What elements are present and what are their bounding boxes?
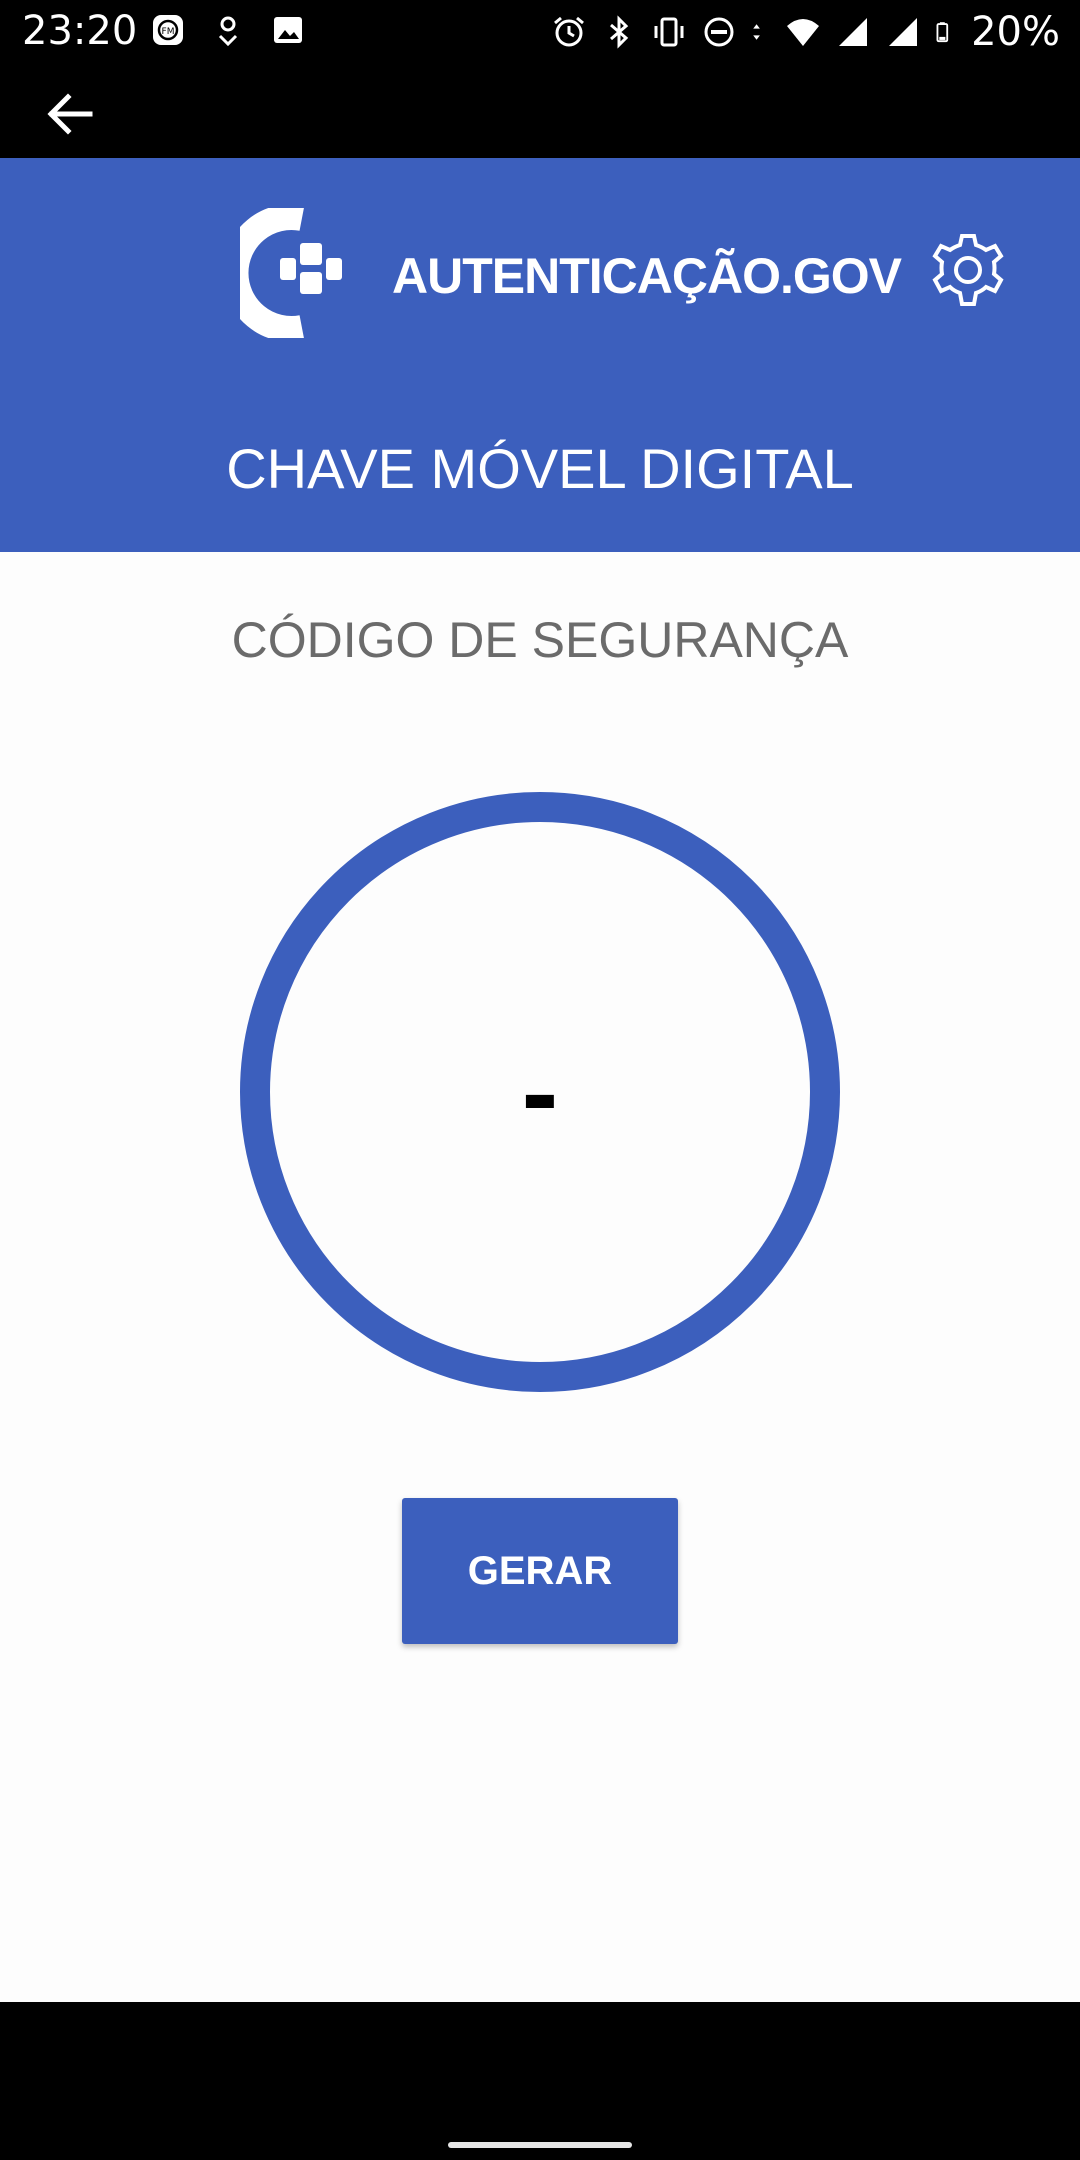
- battery-percentage: 20%: [971, 9, 1060, 55]
- status-right-icons: 20%: [551, 10, 1060, 54]
- battery-icon: [936, 22, 949, 43]
- wifi-icon: [787, 19, 820, 46]
- status-time: 23:20: [22, 8, 138, 54]
- autenticacao-gov-logo: [240, 208, 342, 338]
- svg-text:FM: FM: [162, 27, 175, 37]
- location-pin-icon: [218, 16, 238, 47]
- data-arrows-icon: [753, 24, 760, 40]
- fm-radio-icon: FM: [153, 15, 183, 45]
- section-title: CÓDIGO DE SEGURANÇA: [231, 612, 849, 668]
- signal-icon: [839, 18, 868, 46]
- signal-icon: [889, 18, 918, 46]
- status-left-icons: FM: [150, 12, 306, 48]
- do-not-disturb-icon: [704, 17, 734, 47]
- bluetooth-icon: [610, 15, 629, 49]
- vibrate-icon: [654, 17, 684, 47]
- navigation-bar: [0, 2002, 1080, 2160]
- toolbar: [0, 62, 1080, 158]
- home-gesture-handle[interactable]: [448, 2142, 632, 2148]
- alarm-icon: [554, 16, 585, 47]
- page-title: CHAVE MÓVEL DIGITAL: [226, 437, 854, 500]
- gear-icon[interactable]: [926, 228, 1010, 312]
- status-bar: 23:20 FM 20%: [0, 0, 1080, 62]
- brand-name: AUTENTICAÇÃO.GOV: [392, 248, 902, 304]
- app-header: AUTENTICAÇÃO.GOV CHAVE MÓVEL DIGITAL: [0, 158, 1080, 552]
- image-icon: [274, 17, 302, 43]
- main-content: CÓDIGO DE SEGURANÇA - GERAR: [0, 552, 1080, 2002]
- generate-button[interactable]: GERAR: [402, 1498, 678, 1644]
- security-code-ring: -: [240, 792, 840, 1392]
- security-code-value: -: [521, 1030, 559, 1154]
- arrow-back-icon[interactable]: [40, 84, 100, 144]
